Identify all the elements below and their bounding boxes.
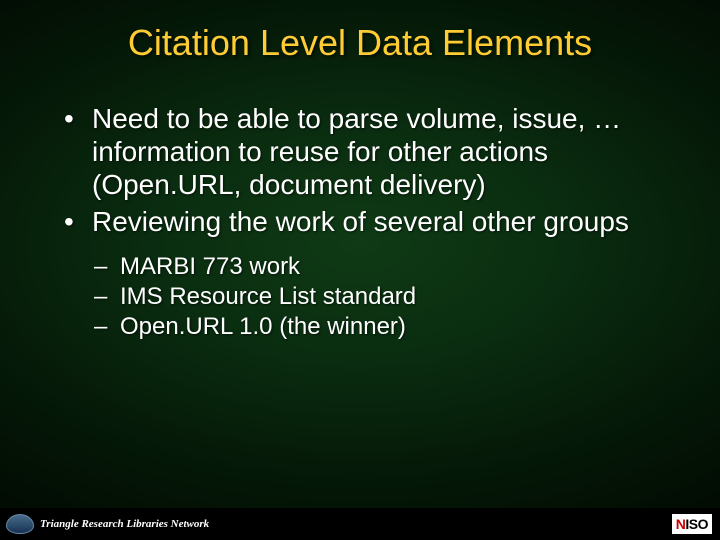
footer-org-text: Triangle Research Libraries Network [40,518,209,530]
slide-title: Citation Level Data Elements [0,0,720,74]
niso-n-letter: N [676,516,686,532]
niso-logo-icon: NISO [672,514,712,534]
slide-body: Need to be able to parse volume, issue, … [0,74,720,342]
niso-iso-letters: ISO [685,516,708,532]
bullet-text: Reviewing the work of several other grou… [92,206,629,237]
sub-bullet-item: Open.URL 1.0 (the winner) [94,312,672,342]
bullet-item: Need to be able to parse volume, issue, … [58,102,672,201]
slide-footer: Triangle Research Libraries Network NISO [0,508,720,540]
bullet-list: Need to be able to parse volume, issue, … [58,102,672,342]
footer-left: Triangle Research Libraries Network [6,514,209,534]
sub-bullet-list: MARBI 773 work IMS Resource List standar… [94,252,672,342]
sub-bullet-item: IMS Resource List standard [94,282,672,312]
trln-logo-icon [6,514,34,534]
sub-bullet-item: MARBI 773 work [94,252,672,282]
bullet-item: Reviewing the work of several other grou… [58,205,672,342]
slide: Citation Level Data Elements Need to be … [0,0,720,540]
